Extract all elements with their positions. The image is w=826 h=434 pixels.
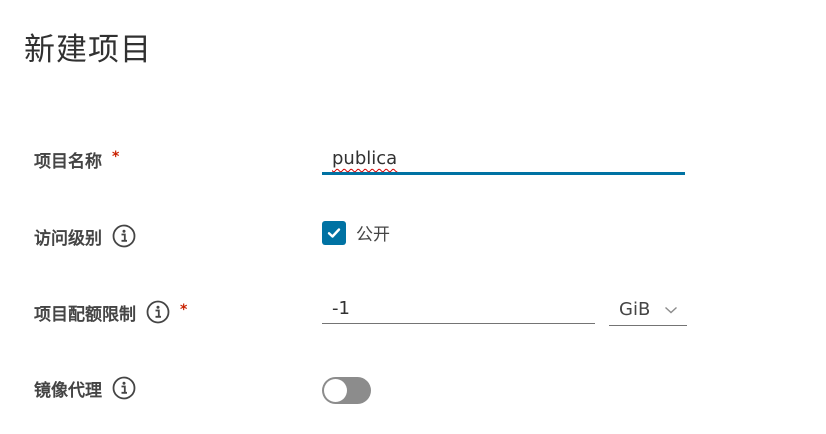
new-project-dialog: 新建项目 项目名称 * publica 访问级别 公开 项目配额限制 * -1 … [0, 0, 826, 434]
info-icon[interactable] [146, 300, 170, 324]
project-name-label: 项目名称 [34, 151, 102, 172]
toggle-knob [324, 379, 347, 402]
quota-label-group: 项目配额限制 * [34, 292, 187, 332]
project-name-value[interactable]: publica [332, 148, 397, 169]
quota-label: 项目配额限制 [34, 304, 136, 325]
access-level-row: 访问级别 [0, 216, 826, 256]
proxy-cache-label-group: 镜像代理 [34, 368, 136, 408]
dialog-title: 新建项目 [24, 32, 152, 68]
quota-unit-value: GiB [619, 299, 651, 320]
quota-input[interactable] [322, 294, 595, 324]
required-marker: * [112, 149, 120, 165]
info-icon[interactable] [112, 376, 136, 400]
proxy-cache-label: 镜像代理 [34, 380, 102, 401]
public-checkbox-wrap[interactable]: 公开 [322, 220, 390, 245]
required-marker: * [180, 302, 188, 318]
proxy-cache-toggle[interactable] [322, 377, 371, 404]
quota-unit-select[interactable]: GiB [609, 294, 687, 326]
proxy-cache-row: 镜像代理 [0, 368, 826, 408]
check-icon [327, 227, 341, 238]
access-level-label-group: 访问级别 [34, 216, 136, 256]
project-name-label-group: 项目名称 * [34, 139, 119, 179]
access-level-label: 访问级别 [34, 228, 102, 249]
public-checkbox-label[interactable]: 公开 [356, 220, 390, 245]
info-icon[interactable] [112, 224, 136, 248]
chevron-down-icon [665, 306, 678, 313]
public-checkbox[interactable] [322, 220, 346, 245]
